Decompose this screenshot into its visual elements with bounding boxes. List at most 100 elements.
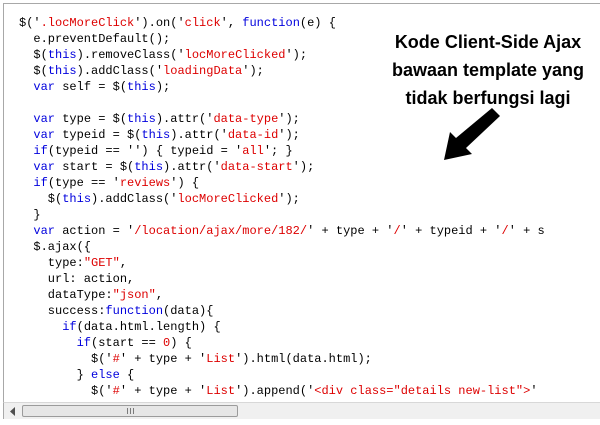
code-token: data-start [220, 160, 293, 174]
code-token: data-type [213, 112, 279, 126]
scroll-thumb[interactable] [22, 405, 238, 417]
code-token: ').append(' [235, 384, 315, 398]
code-token: '); [242, 64, 264, 78]
bottom-margin [0, 419, 600, 425]
code-token: success: [19, 304, 106, 318]
code-token: $( [19, 192, 63, 206]
code-token: ).addClass(' [91, 192, 178, 206]
code-token: '); [292, 160, 315, 174]
code-token: (e) { [299, 16, 336, 30]
code-token: ').on(' [134, 16, 185, 30]
code-token: ' + type + ' [307, 224, 394, 238]
scroll-left-button[interactable] [4, 403, 21, 419]
code-token: dataType: [19, 288, 113, 302]
code-token: ).attr(' [170, 128, 228, 142]
code-token: $( [19, 64, 48, 78]
code-token: / [393, 224, 401, 238]
code-token: function [242, 16, 300, 30]
code-token: ' + type + ' [119, 384, 207, 398]
horizontal-scrollbar[interactable] [3, 402, 600, 419]
code-token: $(' [19, 352, 113, 366]
code-token: data-id [227, 128, 279, 142]
code-token: '); [278, 192, 300, 206]
code-token: reviews [119, 176, 171, 190]
code-token: this [141, 128, 171, 142]
code-token: List [206, 352, 236, 366]
code-token: /location/ajax/more/182/ [134, 224, 308, 238]
code-token: function [105, 304, 164, 318]
code-token: locMoreClicked [184, 48, 286, 62]
code-token: click [184, 16, 221, 30]
code-token: ') { [170, 176, 200, 190]
annotation-callout: Kode Client-Side Ajax bawaan template ya… [372, 28, 600, 112]
code-token: var [33, 160, 56, 174]
code-token: '); [278, 128, 300, 142]
code-token: ' + s [508, 224, 545, 238]
code-token: "GET" [83, 256, 120, 270]
code-token: ); [155, 80, 171, 94]
code-line: if(data.html.length) { [19, 319, 545, 335]
code-line: success:function(data){ [19, 303, 545, 319]
code-token: this [127, 80, 156, 94]
code-token: , [119, 256, 128, 270]
code-token: (start == [91, 336, 164, 350]
code-token: <div class="details new-list"> [314, 384, 531, 398]
triangle-left-icon [9, 406, 15, 416]
code-token: ) { [170, 336, 192, 350]
code-token: action = ' [55, 224, 135, 238]
code-token: this [62, 192, 92, 206]
code-token: var [33, 112, 56, 126]
code-token: url: action, [19, 272, 135, 286]
code-token: this [47, 64, 77, 78]
grip-icon [129, 408, 131, 414]
code-line: $('#' + type + 'List').append('<div clas… [19, 383, 545, 399]
code-token: ).addClass(' [76, 64, 164, 78]
code-token: ).attr(' [155, 112, 214, 126]
code-line: url: action, [19, 271, 545, 287]
code-token: / [501, 224, 509, 238]
code-token: List [206, 384, 236, 398]
code-token: typeid = $( [55, 128, 142, 142]
code-token: } [19, 368, 92, 382]
code-token: type = $( [55, 112, 128, 126]
code-token: var [33, 224, 56, 238]
code-token: $.ajax({ [19, 240, 92, 254]
code-token: , [155, 288, 164, 302]
code-token: locMoreClicked [177, 192, 279, 206]
code-token: if [76, 336, 92, 350]
code-token: e.preventDefault(); [19, 32, 171, 46]
code-token: else [91, 368, 120, 382]
code-viewer[interactable]: $('.locMoreClick').on('click', function(… [3, 3, 600, 403]
code-token: ').html(data.html); [235, 352, 372, 366]
code-token: var [33, 128, 56, 142]
annotation-line-2: bawaan template yang [391, 60, 585, 80]
code-line: $('#' + type + 'List').html(data.html); [19, 351, 545, 367]
code-token: '; } [263, 144, 293, 158]
grip-icon [132, 408, 134, 414]
code-line: $(this).addClass('locMoreClicked'); [19, 191, 545, 207]
code-line: var action = '/location/ajax/more/182/' … [19, 223, 545, 239]
code-token: (data.html.length) { [76, 320, 221, 334]
code-token: # [112, 352, 120, 366]
code-line: if(start == 0) { [19, 335, 545, 351]
code-token: ' [530, 384, 538, 398]
code-token: ', [220, 16, 243, 30]
code-line: dataType:"json", [19, 287, 545, 303]
code-line: } else { [19, 367, 545, 383]
code-token: ' + type + ' [119, 352, 207, 366]
arrow-pointing-down-left-icon [444, 108, 500, 160]
code-token: all [242, 144, 264, 158]
code-token: ).attr(' [163, 160, 221, 174]
code-line: } [19, 207, 545, 223]
code-token: # [112, 384, 120, 398]
code-token: if [33, 176, 48, 190]
code-token: type: [19, 256, 84, 270]
code-token: $( [19, 48, 48, 62]
